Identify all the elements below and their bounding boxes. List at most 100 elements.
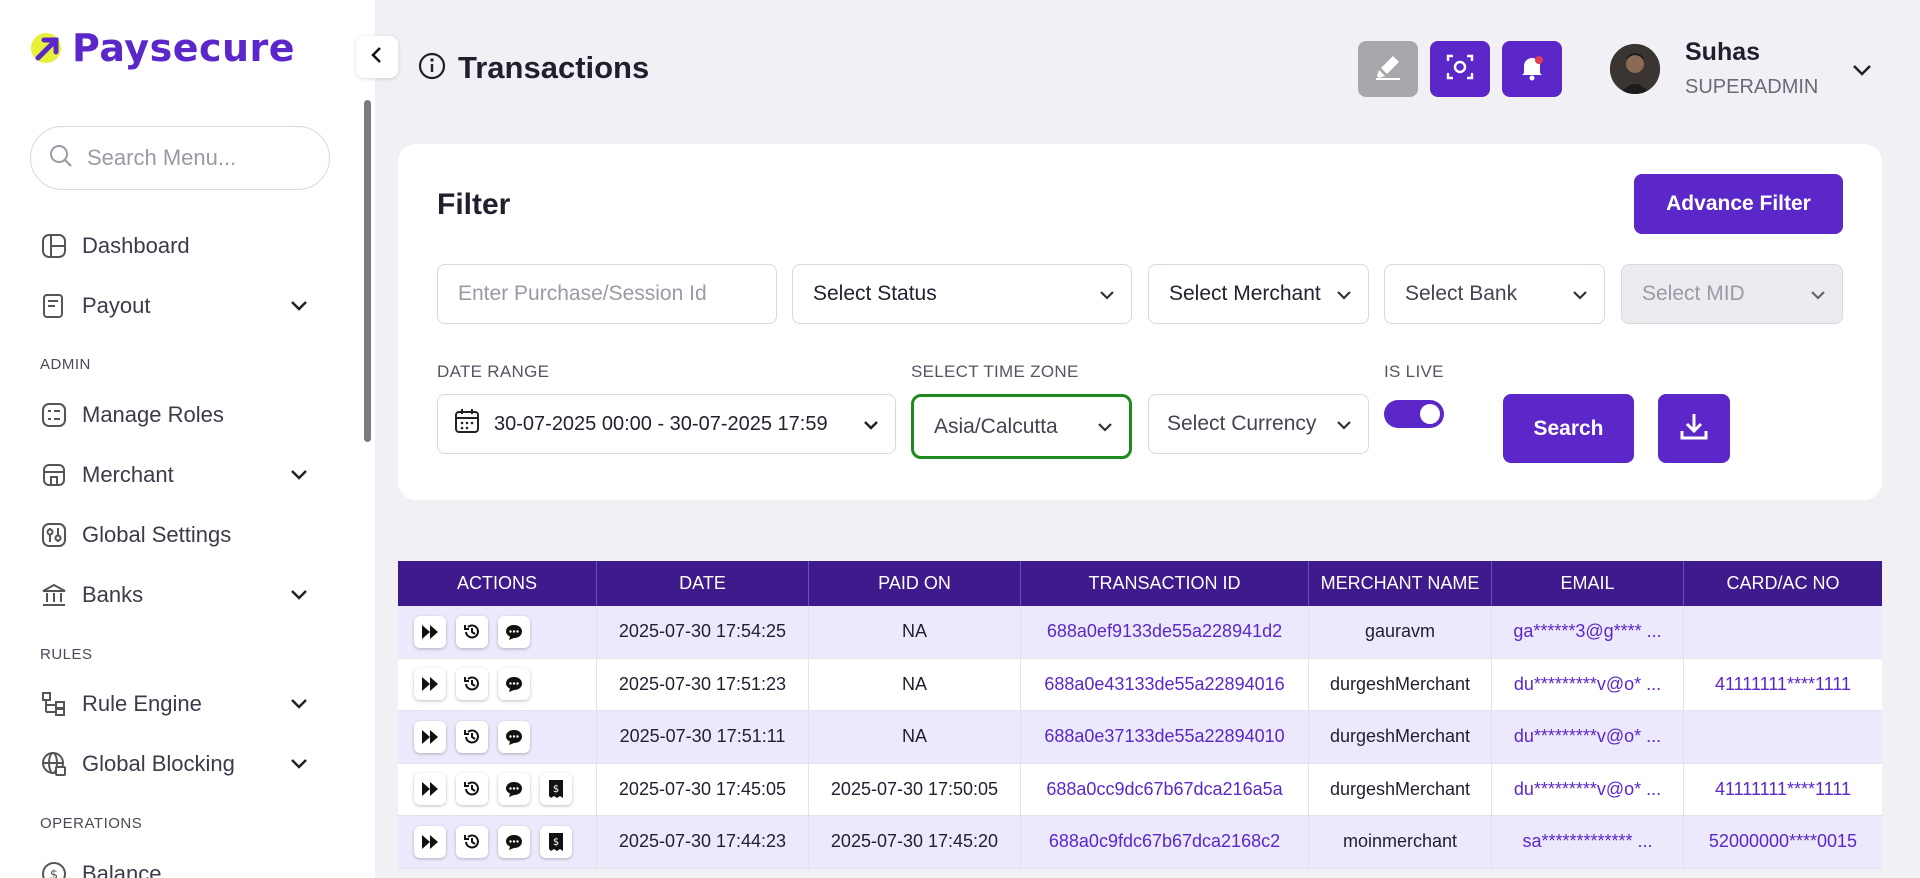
cell-card-number[interactable]: 41111111****1111	[1684, 659, 1882, 711]
chevron-down-icon[interactable]	[288, 692, 310, 720]
advance-filter-button[interactable]: Advance Filter	[1634, 174, 1843, 234]
table-row[interactable]: $2025-07-30 17:44:23 2025-07-30 17:45:20 6…	[398, 816, 1882, 869]
cell-email-link[interactable]: du*********v@o* ...	[1492, 711, 1684, 763]
fast-forward-icon[interactable]	[414, 720, 446, 753]
table-row[interactable]: 2025-07-30 17:54:25 NA 688a0ef9133de55a228…	[398, 606, 1882, 659]
search-button[interactable]: Search	[1503, 394, 1634, 463]
chevron-down-icon[interactable]	[288, 583, 310, 611]
row-actions: $	[398, 816, 597, 868]
cell-transaction-id-link[interactable]: 688a0c9fdc67b67dca2168c2	[1021, 816, 1309, 868]
chat-icon[interactable]	[498, 825, 530, 858]
chevron-down-icon[interactable]	[288, 294, 310, 322]
cell-card-number[interactable]	[1684, 711, 1882, 763]
chat-icon[interactable]	[498, 668, 530, 701]
fast-forward-icon[interactable]	[414, 773, 446, 806]
sidebar-item-merchant[interactable]: Merchant	[40, 455, 310, 495]
cell-email-link[interactable]: du*********v@o* ...	[1492, 658, 1684, 710]
cell-merchant-name: durgeshMerchant	[1309, 711, 1492, 763]
chevron-down-icon[interactable]	[288, 463, 310, 491]
chat-icon[interactable]	[498, 615, 530, 648]
clear-cache-button[interactable]	[1358, 41, 1418, 97]
cell-transaction-id-link[interactable]: 688a0cc9dc67b67dca216a5a	[1021, 763, 1309, 815]
sidebar-item-payout[interactable]: Payout	[40, 286, 310, 326]
cell-email-link[interactable]: ga******3@g**** ...	[1492, 606, 1684, 658]
column-header[interactable]: TRANSACTION ID	[1021, 561, 1309, 606]
table-row[interactable]: $2025-07-30 17:45:05 2025-07-30 17:50:05 6…	[398, 763, 1882, 816]
column-header[interactable]: EMAIL	[1492, 561, 1684, 606]
fast-forward-icon[interactable]	[414, 615, 446, 648]
avatar[interactable]	[1610, 44, 1660, 94]
fast-forward-icon[interactable]	[414, 668, 446, 701]
chat-icon[interactable]	[498, 720, 530, 753]
user-menu-chevron-icon[interactable]	[1850, 58, 1874, 87]
info-icon[interactable]	[418, 52, 446, 85]
cell-date: 2025-07-30 17:44:23	[597, 816, 809, 868]
column-header[interactable]: ACTIONS	[398, 561, 597, 606]
cell-merchant-name: moinmerchant	[1309, 816, 1492, 868]
receipt-icon[interactable]: $	[540, 825, 572, 858]
history-icon[interactable]	[456, 825, 488, 858]
receipt-icon[interactable]: $	[540, 773, 572, 806]
cell-email-link[interactable]: du*********v@o* ...	[1492, 763, 1684, 815]
history-icon[interactable]	[456, 773, 488, 806]
download-button[interactable]	[1658, 394, 1730, 463]
column-header[interactable]: MERCHANT NAME	[1309, 561, 1492, 606]
globe-block-icon	[40, 750, 68, 778]
focus-camera-icon	[1445, 52, 1475, 87]
cell-card-number[interactable]: 52000000****0015	[1684, 816, 1882, 868]
cell-email-link[interactable]: sa************* ...	[1492, 816, 1684, 868]
column-header[interactable]: DATE	[597, 561, 809, 606]
cell-paid-on: 2025-07-30 17:50:05	[809, 763, 1021, 815]
logo[interactable]: Paysecure	[30, 26, 295, 70]
sidebar-item-label: Dashboard	[82, 233, 190, 258]
history-icon[interactable]	[456, 668, 488, 701]
sidebar-item-banks[interactable]: Banks	[40, 575, 310, 615]
cell-paid-on: 2025-07-30 17:45:20	[809, 816, 1021, 868]
merchant-select[interactable]: Select Merchant	[1148, 264, 1369, 324]
chevron-down-icon	[1808, 285, 1828, 311]
bank-select[interactable]: Select Bank	[1384, 264, 1605, 324]
screenshot-button[interactable]	[1430, 41, 1490, 97]
history-icon[interactable]	[456, 720, 488, 753]
collapse-sidebar-button[interactable]	[356, 36, 398, 78]
column-header[interactable]: CARD/AC NO	[1684, 561, 1882, 606]
cell-card-number[interactable]: 41111111****1111	[1684, 764, 1882, 816]
sidebar-item-manage-roles[interactable]: Manage Roles	[40, 395, 310, 435]
cell-transaction-id-link[interactable]: 688a0e43133de55a22894016	[1021, 658, 1309, 710]
table-row[interactable]: 2025-07-30 17:51:11 NA 688a0e37133de55a228…	[398, 711, 1882, 764]
sidebar-item-dashboard[interactable]: Dashboard	[40, 226, 310, 266]
user-name: Suhas	[1685, 38, 1761, 66]
is-live-toggle[interactable]	[1384, 400, 1444, 428]
cell-date: 2025-07-30 17:54:25	[597, 606, 809, 658]
cell-transaction-id-link[interactable]: 688a0e37133de55a22894010	[1021, 711, 1309, 763]
currency-select[interactable]: Select Currency	[1148, 394, 1369, 454]
status-select[interactable]: Select Status	[792, 264, 1132, 324]
column-header[interactable]: PAID ON	[809, 561, 1021, 606]
cell-paid-on: NA	[809, 711, 1021, 763]
timezone-select[interactable]: Asia/Calcutta	[911, 394, 1132, 459]
sidebar-item-global-settings[interactable]: Global Settings	[40, 515, 310, 555]
purchase-session-input[interactable]: Enter Purchase/Session Id	[437, 264, 777, 324]
date-range-picker[interactable]: 30-07-2025 00:00 - 30-07-2025 17:59	[437, 394, 896, 454]
logo-icon	[30, 30, 66, 66]
sidebar-item-rule-engine[interactable]: Rule Engine	[40, 684, 310, 724]
chevron-down-icon[interactable]	[288, 752, 310, 780]
history-icon[interactable]	[456, 615, 488, 648]
sidebar-item-global-blocking[interactable]: Global Blocking	[40, 744, 310, 784]
status-select-value: Select Status	[813, 282, 937, 305]
section-operations: OPERATIONS	[40, 815, 143, 832]
date-range-label: DATE RANGE	[437, 362, 550, 381]
transactions-table: ACTIONS DATE PAID ON TRANSACTION ID MERC…	[398, 561, 1882, 869]
cell-paid-on: NA	[809, 606, 1021, 658]
chevron-down-icon	[1334, 415, 1354, 441]
cell-transaction-id-link[interactable]: 688a0ef9133de55a228941d2	[1021, 606, 1309, 658]
fast-forward-icon[interactable]	[414, 825, 446, 858]
cell-card-number[interactable]	[1684, 606, 1882, 658]
table-row[interactable]: 2025-07-30 17:51:23 NA 688a0e43133de55a228…	[398, 658, 1882, 711]
chat-icon[interactable]	[498, 773, 530, 806]
sidebar-item-balance[interactable]: $ Balance	[40, 854, 310, 878]
notifications-button[interactable]	[1502, 41, 1562, 97]
chevron-down-icon	[1570, 285, 1590, 311]
search-menu-input[interactable]: Search Menu...	[30, 126, 330, 190]
sidebar-scrollbar[interactable]	[364, 100, 371, 442]
